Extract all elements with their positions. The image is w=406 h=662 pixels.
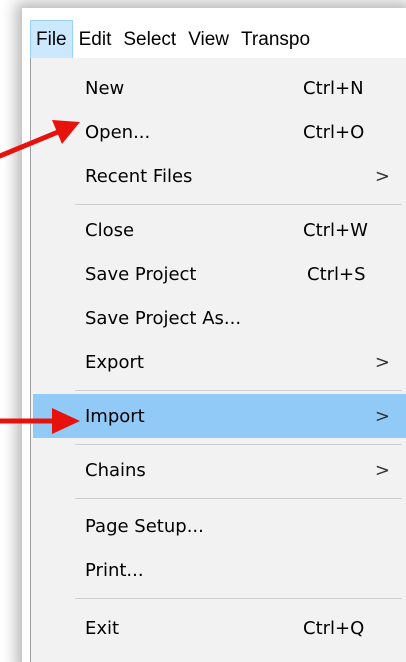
menu-item-export[interactable]: Export > [33,340,406,384]
menu-separator [75,204,402,205]
menubar-select[interactable]: Select [117,20,182,60]
menu-item-exit[interactable]: Exit Ctrl+Q [33,606,406,650]
menu-item-shortcut: Ctrl+O [303,121,365,143]
menu-item-print[interactable]: Print... [33,548,406,592]
file-menu-dropdown: New Ctrl+N Open... Ctrl+O Recent Files >… [30,58,406,662]
menu-item-shortcut: Ctrl+N [303,77,364,99]
menu-item-chains[interactable]: Chains > [33,448,406,492]
menubar-file[interactable]: File [30,20,73,60]
menu-item-label: Save Project [85,263,197,285]
menu-item-import[interactable]: Import > [33,394,406,438]
menu-item-label: Open... [85,121,151,143]
menu-item-label: Page Setup... [85,515,204,537]
menu-item-label: Recent Files [85,165,193,187]
menu-bar: File Edit Select View Transpo [30,20,406,61]
chevron-right-icon: > [374,165,390,187]
menu-item-open[interactable]: Open... Ctrl+O [33,110,406,154]
menu-item-save-project-as[interactable]: Save Project As... [33,296,406,340]
menu-item-shortcut: Ctrl+Q [303,617,365,639]
menu-separator [75,444,402,445]
screenshot: File Edit Select View Transpo New Ctrl+N… [0,0,406,662]
menu-item-label: Print... [85,559,144,581]
menu-item-label: Export [85,351,144,373]
chevron-right-icon: > [374,405,390,427]
menu-item-shortcut: Ctrl+S [307,263,366,285]
red-arrow-icon [0,408,80,434]
menubar-transport[interactable]: Transpo [235,20,316,60]
chevron-right-icon: > [374,351,390,373]
menu-item-label: Chains [85,459,146,481]
menu-separator [75,498,402,499]
menu-separator [75,390,402,391]
menu-item-close[interactable]: Close Ctrl+W [33,208,406,252]
red-arrow-icon [0,120,80,159]
menu-item-label: Import [85,405,145,427]
menu-item-save-project[interactable]: Save Project Ctrl+S [33,252,406,296]
menu-item-shortcut: Ctrl+W [303,219,368,241]
menu-item-label: Exit [85,617,120,639]
menu-item-recent-files[interactable]: Recent Files > [33,154,406,198]
menu-separator [75,598,402,599]
menu-item-page-setup[interactable]: Page Setup... [33,504,406,548]
menu-item-new[interactable]: New Ctrl+N [33,66,406,110]
chevron-right-icon: > [374,459,390,481]
menu-item-label: Close [85,219,135,241]
menu-item-label: New [85,77,125,99]
menubar-view[interactable]: View [182,20,235,60]
menu-item-label: Save Project As... [85,307,242,329]
menubar-edit[interactable]: Edit [73,20,118,60]
